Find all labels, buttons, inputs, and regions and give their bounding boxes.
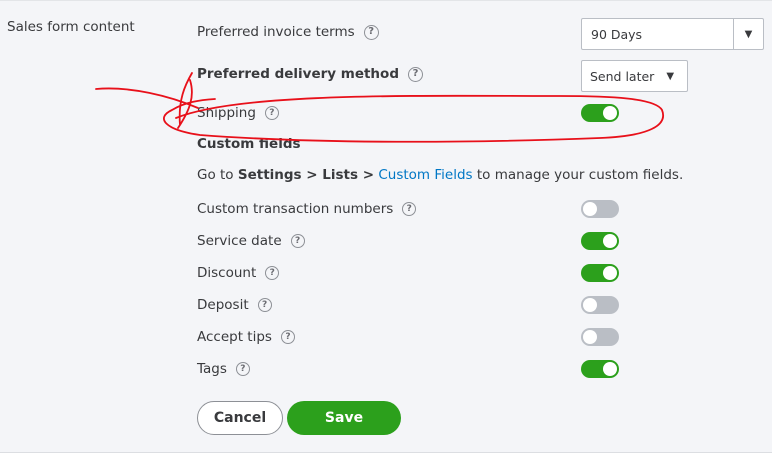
question-circle-icon[interactable]: ? bbox=[265, 266, 280, 280]
info-prefix: Go to bbox=[197, 167, 238, 183]
question-circle-icon[interactable]: ? bbox=[280, 330, 295, 344]
question-circle-icon[interactable]: ? bbox=[235, 362, 250, 376]
toggle-row-tags: Tags ? bbox=[197, 357, 250, 381]
toggle-row-discount: Discount ? bbox=[197, 261, 280, 285]
custom-fields-heading: Custom fields bbox=[197, 136, 301, 152]
custom-transaction-numbers-toggle[interactable] bbox=[581, 200, 619, 218]
deposit-toggle[interactable] bbox=[581, 296, 619, 314]
toggle-knob bbox=[603, 106, 617, 120]
toggle-knob bbox=[603, 266, 617, 280]
custom-fields-info: Go to Settings > Lists > Custom Fields t… bbox=[197, 167, 683, 183]
section-label: Sales form content bbox=[7, 19, 135, 35]
invoice-terms-row: Preferred invoice terms ? bbox=[197, 20, 379, 44]
delivery-method-value: Send later bbox=[590, 68, 655, 84]
toggle-knob bbox=[583, 330, 597, 344]
toggle-row-service-date: Service date ? bbox=[197, 229, 305, 253]
toggle-row-accept-tips: Accept tips ? bbox=[197, 325, 295, 349]
question-circle-icon[interactable]: ? bbox=[257, 298, 272, 312]
accept-tips-toggle[interactable] bbox=[581, 328, 619, 346]
delivery-method-label: Preferred delivery method bbox=[197, 66, 399, 82]
toggle-label: Service date bbox=[197, 233, 282, 249]
custom-fields-link[interactable]: Custom Fields bbox=[378, 167, 472, 183]
caret-down-icon[interactable]: ▼ bbox=[666, 71, 674, 82]
toggle-knob bbox=[603, 362, 617, 376]
invoice-terms-select[interactable]: 90 Days ▼ bbox=[581, 18, 764, 50]
toggle-label: Accept tips bbox=[197, 329, 272, 345]
shipping-toggle[interactable] bbox=[581, 104, 619, 122]
toggle-row-deposit: Deposit ? bbox=[197, 293, 272, 317]
toggle-knob bbox=[583, 298, 597, 312]
invoice-terms-label: Preferred invoice terms bbox=[197, 24, 355, 40]
toggle-row-custom-transaction-numbers: Custom transaction numbers ? bbox=[197, 197, 417, 221]
question-circle-icon[interactable]: ? bbox=[408, 66, 423, 82]
toggle-label: Discount bbox=[197, 265, 257, 281]
question-circle-icon[interactable]: ? bbox=[264, 106, 279, 120]
info-suffix: to manage your custom fields. bbox=[472, 167, 684, 183]
question-circle-icon[interactable]: ? bbox=[290, 234, 305, 248]
tags-toggle[interactable] bbox=[581, 360, 619, 378]
info-path: Settings > Lists > bbox=[237, 167, 375, 183]
discount-toggle[interactable] bbox=[581, 264, 619, 282]
delivery-method-row: Preferred delivery method ? bbox=[197, 62, 423, 86]
toggle-label: Tags bbox=[197, 361, 227, 377]
question-circle-icon[interactable]: ? bbox=[363, 24, 379, 40]
settings-panel: Sales form content Preferred invoice ter… bbox=[0, 0, 772, 453]
question-circle-icon[interactable]: ? bbox=[402, 202, 417, 216]
toggle-knob bbox=[603, 234, 617, 248]
shipping-label: Shipping bbox=[197, 105, 256, 121]
toggle-label: Custom transaction numbers bbox=[197, 201, 394, 217]
invoice-terms-value: 90 Days bbox=[591, 26, 643, 42]
save-button[interactable]: Save bbox=[287, 401, 401, 435]
toggle-knob bbox=[583, 202, 597, 216]
delivery-method-select[interactable]: Send later ▼ bbox=[581, 60, 688, 92]
shipping-row: Shipping ? bbox=[197, 101, 279, 125]
cancel-button[interactable]: Cancel bbox=[197, 401, 283, 435]
toggle-label: Deposit bbox=[197, 297, 249, 313]
caret-down-icon[interactable]: ▼ bbox=[733, 19, 763, 49]
service-date-toggle[interactable] bbox=[581, 232, 619, 250]
